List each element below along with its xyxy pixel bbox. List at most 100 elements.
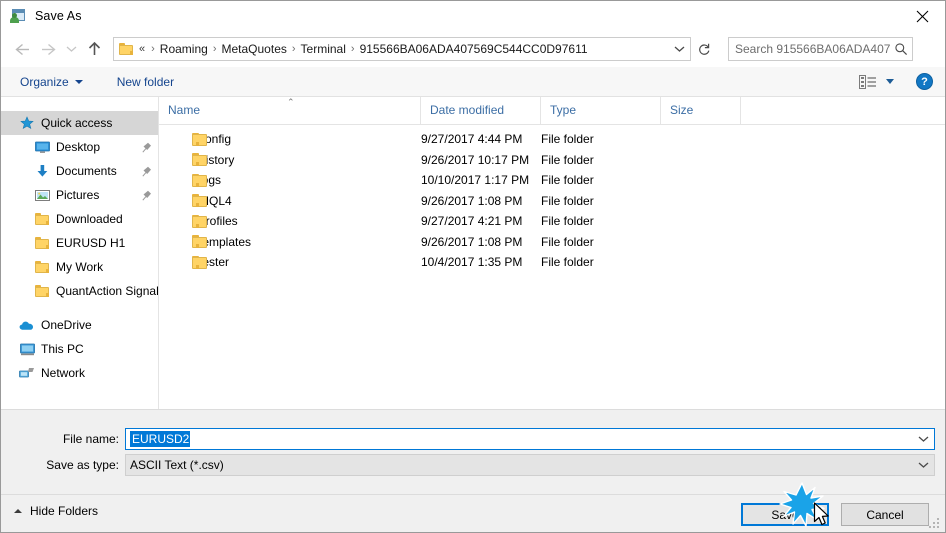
table-row[interactable]: config 9/27/2017 4:44 PM File folder xyxy=(159,129,945,150)
file-name-cell: config xyxy=(159,132,421,146)
table-row[interactable]: profiles 9/27/2017 4:21 PM File folder xyxy=(159,211,945,232)
folder-icon xyxy=(176,173,207,187)
forward-button[interactable] xyxy=(35,36,61,62)
sidebar-item-desktop[interactable]: Desktop xyxy=(1,135,158,159)
breadcrumb-overflow[interactable]: « xyxy=(139,43,145,55)
chevron-up-icon xyxy=(14,509,22,513)
table-row[interactable]: logs 10/10/2017 1:17 PM File folder xyxy=(159,170,945,191)
file-type-cell: File folder xyxy=(541,132,594,147)
save-as-dialog: Save As « › Roaming › MetaQuotes › Termi… xyxy=(0,0,946,533)
folder-icon xyxy=(34,211,50,227)
table-row[interactable]: history 9/26/2017 10:17 PM File folder xyxy=(159,150,945,171)
address-bar[interactable]: « › Roaming › MetaQuotes › Terminal › 91… xyxy=(113,37,691,61)
sidebar-item-label: This PC xyxy=(41,342,84,356)
sidebar-item-pictures[interactable]: Pictures xyxy=(1,183,158,207)
breadcrumb-separator: › xyxy=(291,43,296,55)
file-type-cell: File folder xyxy=(541,173,594,188)
sidebar-item-label: Quick access xyxy=(41,116,113,130)
sidebar-item-my-work[interactable]: My Work xyxy=(1,255,158,279)
pin-icon[interactable] xyxy=(142,189,152,201)
pin-icon[interactable] xyxy=(142,141,152,153)
folder-icon xyxy=(176,132,207,146)
sidebar-item-this-pc[interactable]: This PC xyxy=(1,337,158,361)
refresh-icon[interactable] xyxy=(692,38,716,60)
title-bar: Save As xyxy=(1,1,945,31)
save-as-icon xyxy=(10,8,26,24)
file-name-cell: profiles xyxy=(159,214,421,228)
file-name-cell: logs xyxy=(159,173,421,187)
pin-icon[interactable] xyxy=(142,165,152,177)
organize-label: Organize xyxy=(20,74,69,89)
sidebar-item-network[interactable]: Network xyxy=(1,361,158,385)
breadcrumb-separator: › xyxy=(212,43,217,55)
column-header-name[interactable]: Name ⌃ xyxy=(159,97,421,124)
folder-icon xyxy=(34,259,50,275)
thispc-icon xyxy=(19,341,35,357)
folder-icon xyxy=(176,194,207,208)
hide-folders-label: Hide Folders xyxy=(30,504,99,518)
search-input[interactable]: Search 915566BA06ADA40756... xyxy=(728,37,913,61)
save-as-type-value: ASCII Text (*.csv) xyxy=(130,458,224,472)
file-name-cell: MQL4 xyxy=(159,194,421,208)
file-name-row: File name: EURUSD2 xyxy=(1,428,945,450)
window-title: Save As xyxy=(35,9,82,23)
back-button[interactable] xyxy=(9,36,35,62)
new-folder-button[interactable]: New folder xyxy=(111,71,180,93)
folder-icon xyxy=(34,235,50,251)
content-area: Quick access Desktop Documents Pictures … xyxy=(1,97,945,409)
toolbar: Organize New folder ? xyxy=(1,67,945,97)
file-type-cell: File folder xyxy=(541,152,594,167)
sidebar-item-quantaction-signal[interactable]: QuantAction Signal xyxy=(1,279,159,303)
file-name-input[interactable]: EURUSD2 xyxy=(125,428,935,450)
navigation-pane: Quick access Desktop Documents Pictures … xyxy=(1,97,159,409)
resize-grip[interactable] xyxy=(929,518,941,530)
sidebar-item-label: EURUSD H1 xyxy=(56,236,126,250)
file-name-cell: tester xyxy=(159,255,421,269)
file-date-cell: 9/27/2017 4:21 PM xyxy=(421,214,523,229)
breadcrumb-item-terminal[interactable]: Terminal xyxy=(301,42,346,56)
breadcrumb-item-roaming[interactable]: Roaming xyxy=(160,42,208,56)
search-placeholder: Search 915566BA06ADA40756... xyxy=(735,42,890,56)
sidebar-item-eurusd-h1[interactable]: EURUSD H1 xyxy=(1,231,158,255)
save-as-type-label: Save as type: xyxy=(46,458,119,472)
network-icon xyxy=(19,365,35,381)
organize-button[interactable]: Organize xyxy=(14,71,89,93)
save-as-type-select[interactable]: ASCII Text (*.csv) xyxy=(125,454,935,476)
column-header-row: Name ⌃ Date modified Type Size xyxy=(159,97,945,125)
cancel-button[interactable]: Cancel xyxy=(841,503,929,526)
file-date-cell: 10/10/2017 1:17 PM xyxy=(421,173,530,188)
folder-icon xyxy=(34,283,50,299)
close-icon[interactable] xyxy=(899,1,945,31)
sidebar-item-documents[interactable]: Documents xyxy=(1,159,158,183)
view-options-chevron-icon[interactable] xyxy=(886,79,894,84)
hide-folders-button[interactable]: Hide Folders xyxy=(14,504,98,518)
sidebar-item-quick-access[interactable]: Quick access xyxy=(1,111,158,135)
file-date-cell: 9/26/2017 1:08 PM xyxy=(421,193,523,208)
desktop-icon xyxy=(34,139,50,155)
table-row[interactable]: templates 9/26/2017 1:08 PM File folder xyxy=(159,232,945,253)
table-row[interactable]: MQL4 9/26/2017 1:08 PM File folder xyxy=(159,191,945,212)
save-button[interactable]: Save xyxy=(741,503,829,526)
list-view-icon[interactable] xyxy=(858,74,878,90)
sidebar-item-downloaded[interactable]: Downloaded xyxy=(1,207,158,231)
table-row[interactable]: tester 10/4/2017 1:35 PM File folder xyxy=(159,252,945,273)
search-icon[interactable] xyxy=(890,42,912,56)
recent-locations-button[interactable] xyxy=(61,36,81,62)
help-button[interactable]: ? xyxy=(916,73,933,90)
sidebar-item-onedrive[interactable]: OneDrive xyxy=(1,313,158,337)
breadcrumb-item-metaquotes[interactable]: MetaQuotes xyxy=(222,42,287,56)
chevron-down-icon[interactable] xyxy=(912,435,934,443)
breadcrumb-item-instance[interactable]: 915566BA06ADA407569C544CC0D97611 xyxy=(360,42,588,56)
column-header-date-modified[interactable]: Date modified xyxy=(421,97,541,124)
chevron-down-icon[interactable] xyxy=(912,461,934,469)
pictures-icon xyxy=(34,187,50,203)
up-button[interactable] xyxy=(81,36,107,62)
sidebar-item-label: My Work xyxy=(56,260,104,274)
folder-icon xyxy=(176,255,207,269)
column-header-size[interactable]: Size xyxy=(661,97,741,124)
column-header-type[interactable]: Type xyxy=(541,97,661,124)
chevron-down-icon[interactable] xyxy=(668,45,690,53)
file-type-cell: File folder xyxy=(541,214,594,229)
file-date-cell: 9/26/2017 10:17 PM xyxy=(421,152,530,167)
